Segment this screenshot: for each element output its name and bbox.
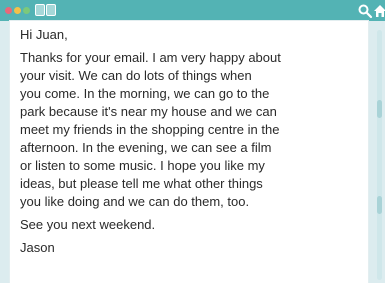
title-bar xyxy=(0,0,385,21)
email-line: meet my friends in the shopping centre i… xyxy=(20,122,280,137)
email-greeting: Hi Juan, xyxy=(20,27,68,42)
email-line: afternoon. In the evening, we can see a … xyxy=(20,140,272,155)
email-line: ideas, but please tell me what other thi… xyxy=(20,176,263,191)
window-tab-icon[interactable] xyxy=(35,4,45,16)
close-dot[interactable] xyxy=(5,7,12,14)
email-line: you come. In the morning, we can go to t… xyxy=(20,86,270,101)
email-line: you like doing and we can do them, too. xyxy=(20,194,250,209)
scrollbar-thumb[interactable] xyxy=(377,100,382,118)
email-line: your visit. We can do lots of things whe… xyxy=(20,68,252,83)
email-body: Hi Juan, Thanks for your email. I am ver… xyxy=(20,26,370,257)
minimize-dot[interactable] xyxy=(14,7,21,14)
email-window: Hi Juan, Thanks for your email. I am ver… xyxy=(0,0,385,283)
email-line: or listen to some music. I hope you like… xyxy=(20,158,265,173)
maximize-dot[interactable] xyxy=(23,7,30,14)
email-signature: Jason xyxy=(20,240,55,255)
home-icon[interactable] xyxy=(373,3,385,19)
scrollbar-thumb-lower[interactable] xyxy=(377,196,382,214)
email-line: Thanks for your email. I am very happy a… xyxy=(20,50,281,65)
email-line: park because it's near my house and we c… xyxy=(20,104,277,119)
scrollbar-track[interactable] xyxy=(377,30,382,280)
window-tab-icon-2[interactable] xyxy=(46,4,56,16)
search-icon[interactable] xyxy=(357,3,373,19)
email-closing: See you next weekend. xyxy=(20,217,156,232)
